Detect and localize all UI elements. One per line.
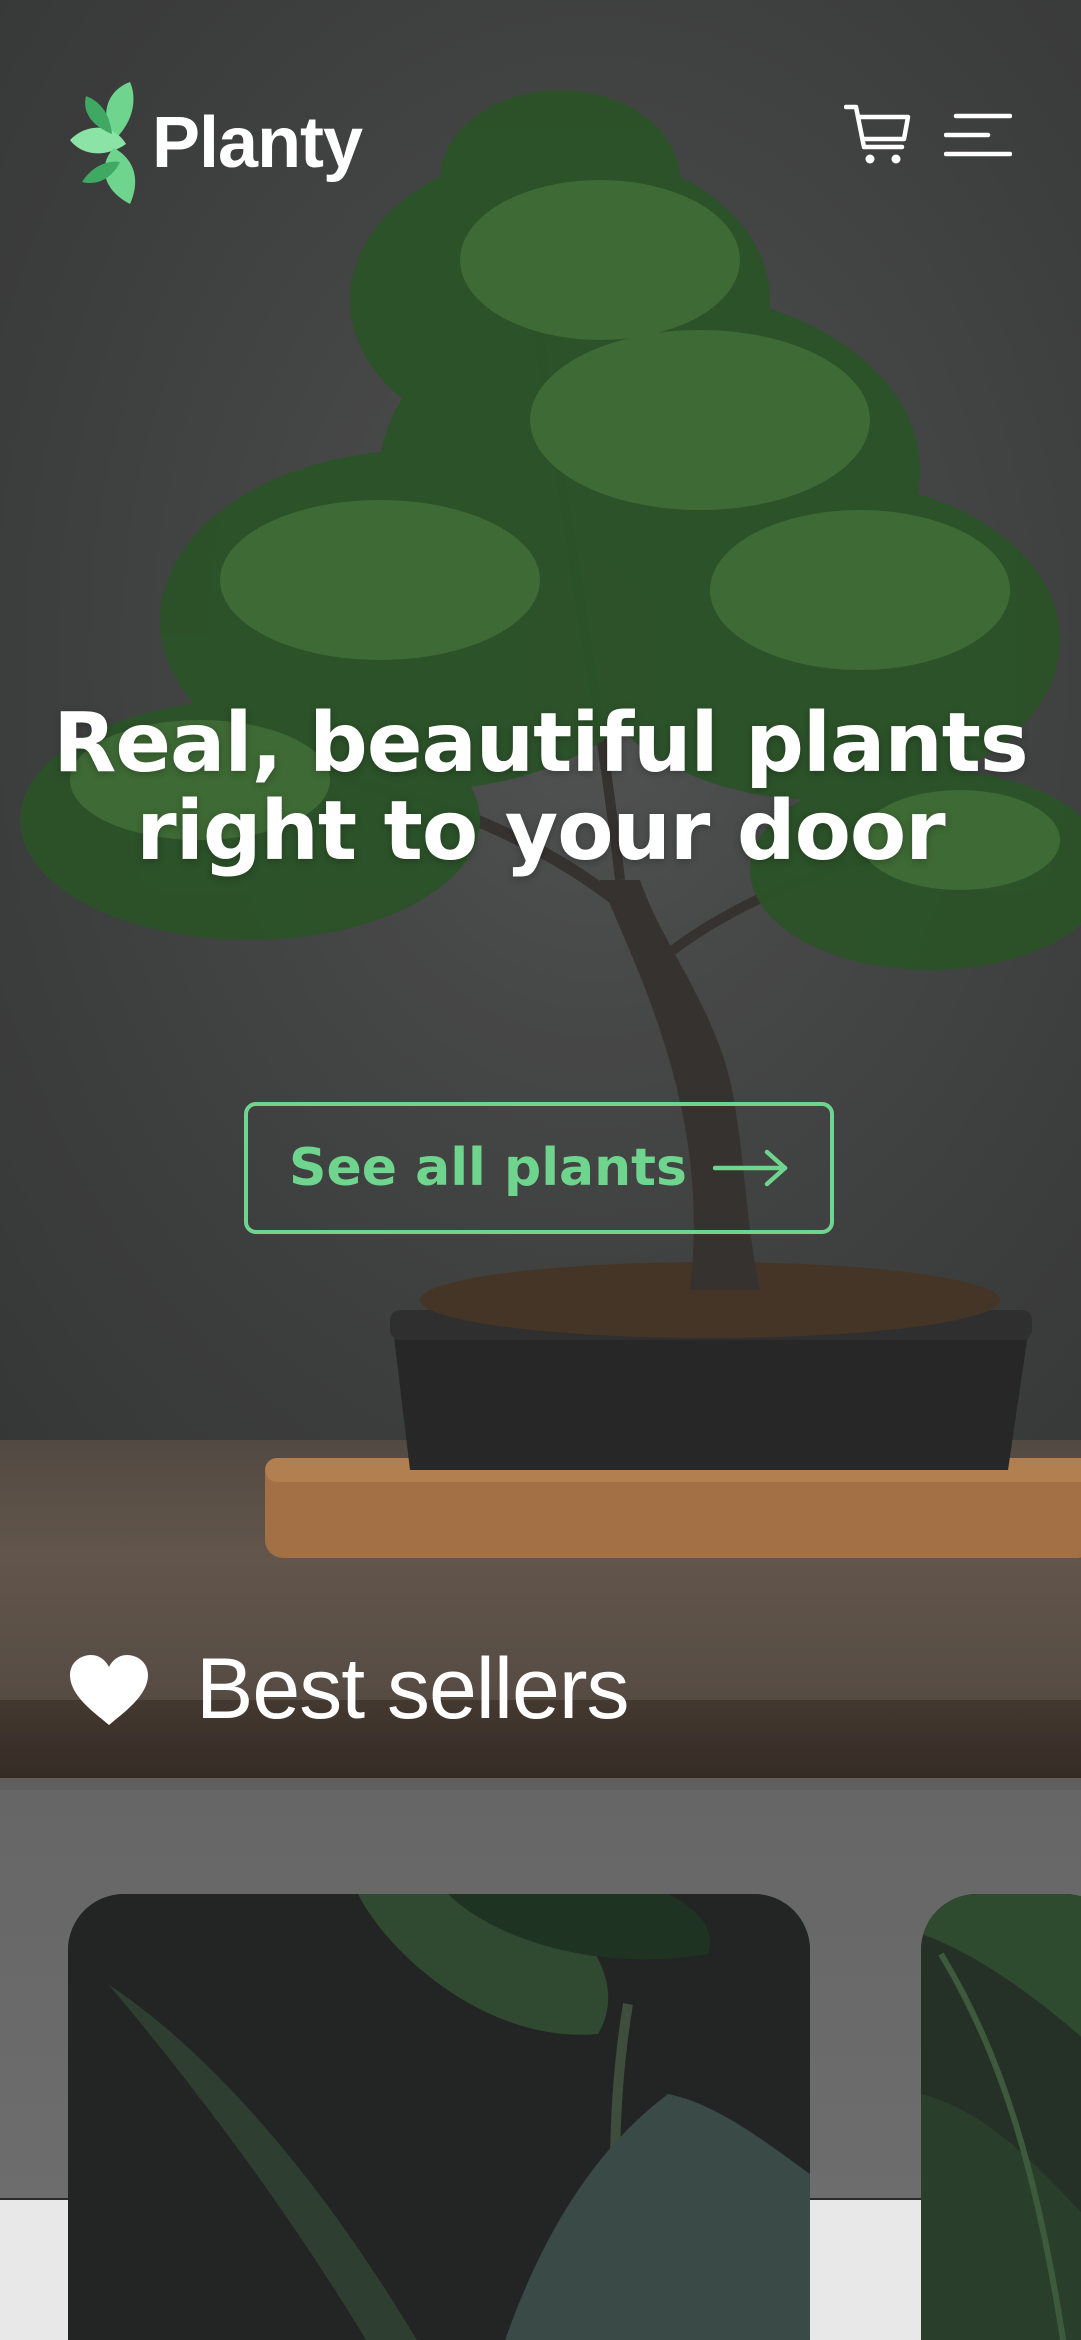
arrow-right-icon <box>712 1149 788 1187</box>
cart-icon <box>844 104 911 164</box>
brand-name: Planty <box>152 103 363 183</box>
product-image <box>68 1894 810 2340</box>
hero-overlay <box>0 0 1081 1790</box>
top-bar: Planty <box>68 78 1013 208</box>
hero-title-line-1: Real, beautiful plants <box>53 696 1028 791</box>
logo[interactable]: Planty <box>68 78 363 208</box>
menu-icon <box>944 113 1012 157</box>
hero-title: Real, beautiful plants right to your doo… <box>0 700 1081 876</box>
product-card[interactable] <box>921 1894 1081 2340</box>
menu-button[interactable] <box>943 100 1013 170</box>
see-all-plants-label: See all plants <box>289 1138 687 1198</box>
see-all-plants-button[interactable]: See all plants <box>244 1102 834 1234</box>
header-actions <box>843 100 1013 170</box>
best-sellers-title: Best sellers <box>196 1641 629 1737</box>
product-card[interactable] <box>68 1894 810 2340</box>
cart-button[interactable] <box>843 100 913 170</box>
leaf-logo-icon <box>70 82 136 204</box>
hero-title-line-2: right to your door <box>136 784 945 879</box>
page: Planty Real, beautiful plants right to y… <box>0 0 1081 2340</box>
heart-icon <box>70 1654 148 1725</box>
product-image <box>921 1894 1081 2340</box>
best-sellers-heading: Best sellers <box>68 1640 629 1739</box>
